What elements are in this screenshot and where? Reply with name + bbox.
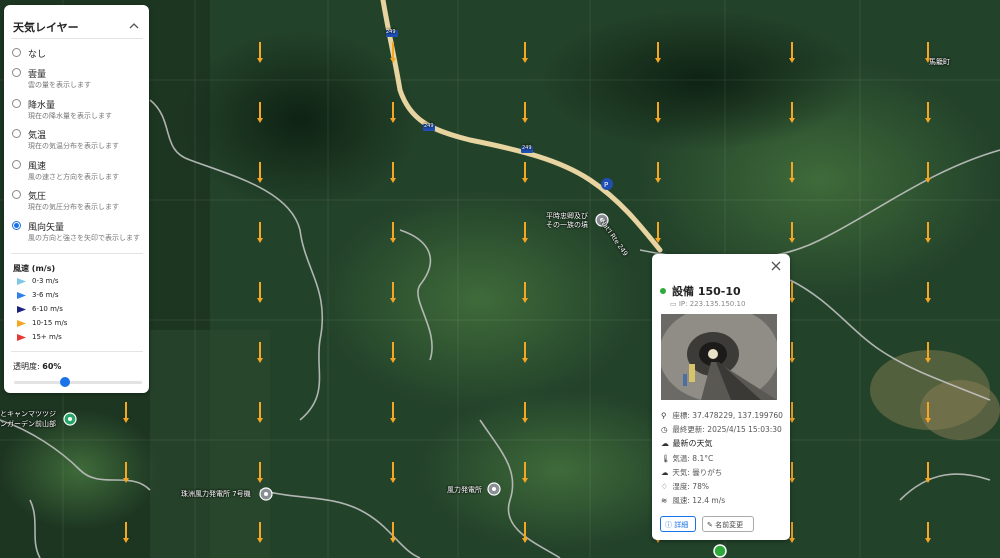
wind-text: 風速: 12.4 m/s: [672, 496, 726, 505]
rename-button[interactable]: ✎ 名前変更: [702, 516, 754, 532]
layer-desc: 現在の気温分布を表示します: [28, 142, 119, 150]
poi-garden-label[interactable]: とキャンマツツジ ンガーデン前山部: [0, 409, 56, 429]
legend-label: 15+ m/s: [32, 333, 62, 341]
poi-wind7-label[interactable]: 珠洲風力発電所 7号機: [181, 489, 251, 499]
legend-flag-shape: [17, 278, 26, 285]
radio-windvector[interactable]: [12, 221, 21, 230]
status-dot: [660, 288, 666, 294]
temperature-text: 気温: 8.1°C: [672, 454, 714, 463]
layer-name: なし: [28, 50, 47, 60]
weather-heading: ☁ 最新の天気: [661, 438, 713, 449]
legend-label: 6-10 m/s: [32, 305, 63, 313]
svg-text:P: P: [604, 181, 608, 189]
poi-grave-label[interactable]: 平時忠卿及び その一族の墳: [546, 212, 588, 230]
cloud-icon: ☁: [661, 439, 669, 448]
layer-desc: 雲の量を表示します: [28, 81, 91, 89]
layer-desc: 風の速さと方向を表示します: [28, 173, 119, 181]
road-number-label-2: 249: [424, 123, 434, 129]
radio-precip[interactable]: [12, 99, 21, 108]
weather-text: 天気: 曇りがち: [672, 468, 723, 477]
thermometer-icon: 🌡: [661, 454, 671, 463]
panel-title: 天気レイヤー: [13, 21, 79, 34]
layer-name: 降水量: [28, 101, 56, 111]
close-icon[interactable]: [770, 260, 782, 272]
wind-flag-icon: [17, 320, 26, 327]
wind-flag-icon: [17, 292, 26, 299]
coords-line: ⚲ 座標: 37.478229, 137.199760: [661, 410, 783, 421]
opacity-label-text: 透明度:: [13, 362, 40, 371]
layer-desc: 風の方向と強さを矢印で表示します: [28, 234, 140, 242]
location-pin-icon: ⚲: [661, 411, 667, 420]
coords-text: 座標: 37.478229, 137.199760: [672, 411, 783, 420]
weather-layer-panel: 天気レイヤー なし 雲量 雲の量を表示します 降水量 現在の降水量を表示します …: [4, 5, 149, 393]
opacity-slider-track[interactable]: [14, 381, 142, 384]
detail-button-label: 詳細: [674, 521, 689, 529]
edit-icon: ✎: [707, 521, 713, 529]
network-icon: ▭: [670, 300, 677, 308]
droplet-icon: ♢: [661, 482, 668, 491]
tunnel-camera-photo[interactable]: [661, 314, 777, 400]
layer-desc: 現在の降水量を表示します: [28, 112, 112, 120]
radio-none[interactable]: [12, 48, 21, 57]
radio-pressure[interactable]: [12, 190, 21, 199]
device-popup: 設備 150-10 ▭ IP: 223.135.150.10 ⚲ 座標: 37.…: [652, 254, 790, 540]
layer-name: 気温: [28, 131, 47, 141]
wind-flag-icon: [17, 334, 26, 341]
legend-label: 10-15 m/s: [32, 319, 68, 327]
detail-button[interactable]: ⓘ 詳細: [660, 516, 696, 532]
weather-heading-text: 最新の天気: [672, 439, 713, 448]
road-number-label: 249: [386, 29, 396, 35]
layer-name: 雲量: [28, 70, 47, 80]
layer-name: 風向矢量: [28, 223, 65, 233]
wind-icon: ≋: [661, 496, 668, 505]
temperature-line: 🌡 気温: 8.1°C: [661, 453, 713, 464]
device-ip: ▭ IP: 223.135.150.10: [670, 300, 745, 308]
legend-label: 3-6 m/s: [32, 291, 59, 299]
layer-desc: 現在の気圧分布を表示します: [28, 203, 119, 211]
humidity-line: ♢ 湿度: 78%: [661, 481, 709, 492]
town-label: 馬籠町: [929, 58, 950, 66]
opacity-label: 透明度: 60%: [13, 361, 61, 372]
divider: [11, 351, 143, 352]
info-icon: ⓘ: [665, 521, 672, 529]
layer-name: 風速: [28, 162, 47, 172]
legend-label: 0-3 m/s: [32, 277, 59, 285]
radio-windspeed[interactable]: [12, 160, 21, 169]
device-name: 設備 150-10: [672, 285, 741, 298]
wind-flag-icon: [17, 306, 26, 313]
divider: [11, 253, 143, 254]
legend-flag-shape: [17, 306, 26, 313]
wind-line: ≋ 風速: 12.4 m/s: [661, 495, 725, 506]
opacity-value: 60%: [42, 362, 62, 371]
radio-cloud[interactable]: [12, 68, 21, 77]
chevron-up-icon[interactable]: [127, 19, 141, 33]
opacity-slider-thumb[interactable]: [60, 377, 71, 387]
layer-name: 気圧: [28, 192, 47, 202]
weather-icon: ☁: [661, 468, 669, 477]
radio-temp[interactable]: [12, 129, 21, 138]
updated-line: ◷ 最終更新: 2025/4/15 15:03:30: [661, 424, 782, 435]
updated-text: 最終更新: 2025/4/15 15:03:30: [672, 425, 782, 434]
poi-wind-label[interactable]: 風力発電所: [447, 485, 482, 495]
ip-text: IP: 223.135.150.10: [678, 300, 746, 308]
clock-icon: ◷: [661, 425, 668, 434]
wind-flag-icon: [17, 278, 26, 285]
weather-line: ☁ 天気: 曇りがち: [661, 467, 722, 478]
legend-flag-shape: [17, 334, 26, 341]
humidity-text: 湿度: 78%: [672, 482, 709, 491]
legend-title: 風速 (m/s): [13, 264, 56, 273]
legend-flag-shape: [17, 292, 26, 299]
rename-button-label: 名前変更: [715, 521, 744, 529]
satellite-map[interactable]: P: [0, 0, 1000, 558]
legend-flag-shape: [17, 320, 26, 327]
divider: [11, 38, 143, 39]
road-number-label-3: 249: [522, 145, 532, 151]
